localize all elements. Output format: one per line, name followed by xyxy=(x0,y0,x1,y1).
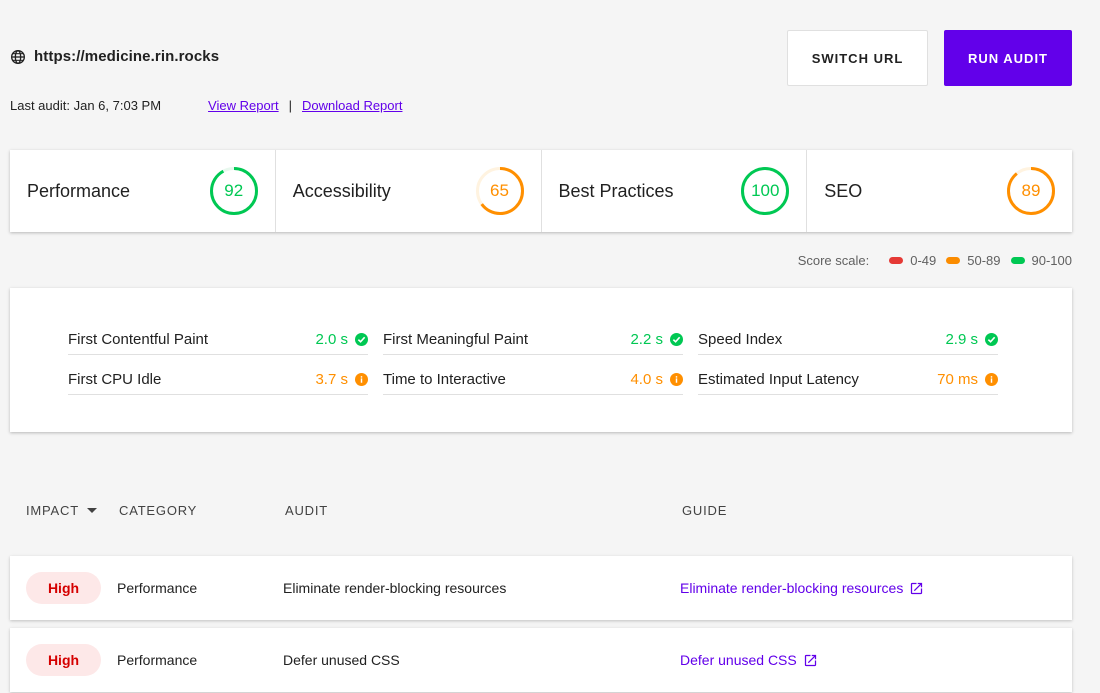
score-name: Accessibility xyxy=(292,180,391,201)
score-card-accessibility[interactable]: Accessibility 65 xyxy=(276,150,542,232)
table-row[interactable]: High Performance Eliminate render-blocki… xyxy=(10,556,1072,620)
audit-cell: Defer unused CSS xyxy=(283,652,400,668)
score-name: SEO xyxy=(824,180,863,201)
metric-value: 2.2 s xyxy=(630,331,663,348)
scale-swatch xyxy=(889,257,904,264)
guide-link[interactable]: Eliminate render-blocking resources xyxy=(680,580,924,596)
metric-value: 4.0 s xyxy=(630,371,663,388)
metric-time-to-interactive: Time to Interactive 4.0 s xyxy=(383,365,683,395)
metric-first-meaningful-paint: First Meaningful Paint 2.2 s xyxy=(383,325,683,355)
metric-name: Speed Index xyxy=(698,331,783,348)
metric-name: Time to Interactive xyxy=(383,371,506,388)
metric-estimated-input-latency: Estimated Input Latency 70 ms xyxy=(698,365,998,395)
score-gauge: 65 xyxy=(475,166,525,216)
globe-icon xyxy=(11,49,25,64)
impact-badge: High xyxy=(26,644,101,676)
metric-name: Estimated Input Latency xyxy=(698,371,859,388)
score-name: Performance xyxy=(27,180,131,201)
metric-value: 3.7 s xyxy=(315,371,348,388)
metric-value: 2.0 s xyxy=(315,331,348,348)
score-value: 92 xyxy=(224,181,244,200)
metrics-panel: First Contentful Paint 2.0 s First Meani… xyxy=(10,288,1072,432)
score-cards: Performance 92 Accessibility 65 Best Pra… xyxy=(10,150,1072,232)
metric-name: First Contentful Paint xyxy=(68,331,209,348)
scale-item-low: 0-49 xyxy=(889,253,936,268)
scale-range: 90-100 xyxy=(1031,253,1072,268)
metric-speed-index: Speed Index 2.9 s xyxy=(698,325,998,355)
score-scale-label: Score scale: xyxy=(797,253,870,268)
guide-column-header: GUIDE xyxy=(682,503,728,518)
sort-caret-icon xyxy=(86,508,97,513)
guide-cell: Defer unused CSS xyxy=(680,628,818,692)
score-gauge: 92 xyxy=(209,166,259,216)
scale-item-mid: 50-89 xyxy=(946,253,1001,268)
metric-value: 70 ms xyxy=(937,371,978,388)
run-audit-button[interactable]: RUN AUDIT xyxy=(944,30,1072,86)
score-value: 100 xyxy=(751,181,780,200)
score-gauge: 89 xyxy=(1006,166,1056,216)
url-row: https://medicine.rin.rocks xyxy=(10,48,219,65)
external-link-icon xyxy=(804,654,816,666)
pass-check-icon xyxy=(670,333,683,346)
audit-info-row: Last audit: Jan 6, 7:03 PM View Report |… xyxy=(10,98,402,113)
metric-name: First CPU Idle xyxy=(68,371,162,388)
site-url: https://medicine.rin.rocks xyxy=(34,48,220,65)
metric-name: First Meaningful Paint xyxy=(383,331,529,348)
guide-cell: Eliminate render-blocking resources xyxy=(680,556,924,620)
scale-swatch xyxy=(1010,257,1025,264)
scale-range: 0-49 xyxy=(910,253,937,268)
score-card-best-practices[interactable]: Best Practices 100 xyxy=(542,150,808,232)
score-name: Best Practices xyxy=(558,180,674,201)
score-card-seo[interactable]: SEO 89 xyxy=(807,150,1072,232)
info-warning-icon xyxy=(985,373,998,386)
impact-column-header[interactable]: IMPACT xyxy=(26,503,97,518)
category-column-header: CATEGORY xyxy=(119,503,198,518)
score-value: 65 xyxy=(490,181,509,200)
info-warning-icon xyxy=(355,373,368,386)
scale-range: 50-89 xyxy=(967,253,1001,268)
link-separator: | xyxy=(288,98,293,113)
impact-header-label: IMPACT xyxy=(26,503,79,518)
audit-cell: Eliminate render-blocking resources xyxy=(283,580,507,596)
table-row[interactable]: High Performance Defer unused CSS Defer … xyxy=(10,628,1072,692)
metric-value: 2.9 s xyxy=(945,331,978,348)
category-cell: Performance xyxy=(117,652,198,668)
score-value: 89 xyxy=(1021,181,1041,200)
pass-check-icon xyxy=(985,333,998,346)
score-gauge: 100 xyxy=(740,166,790,216)
info-warning-icon xyxy=(670,373,683,386)
guide-link-text: Eliminate render-blocking resources xyxy=(680,580,904,596)
score-scale: Score scale: 0-49 50-89 90-100 xyxy=(798,253,1072,268)
external-link-icon xyxy=(911,582,923,594)
metric-first-cpu-idle: First CPU Idle 3.7 s xyxy=(68,365,368,395)
last-audit-text: Last audit: Jan 6, 7:03 PM xyxy=(10,98,162,113)
view-report-link[interactable]: View Report xyxy=(208,98,279,113)
category-cell: Performance xyxy=(117,580,198,596)
score-card-performance[interactable]: Performance 92 xyxy=(10,150,276,232)
download-report-link[interactable]: Download Report xyxy=(302,98,402,113)
impact-badge: High xyxy=(26,572,101,604)
guide-link-text: Defer unused CSS xyxy=(680,652,797,668)
switch-url-button[interactable]: SWITCH URL xyxy=(787,30,928,86)
pass-check-icon xyxy=(355,333,368,346)
scale-item-high: 90-100 xyxy=(1010,253,1072,268)
guide-link[interactable]: Defer unused CSS xyxy=(680,652,818,668)
metric-first-contentful-paint: First Contentful Paint 2.0 s xyxy=(68,325,368,355)
scale-swatch xyxy=(946,257,961,264)
audit-column-header: AUDIT xyxy=(285,503,328,518)
